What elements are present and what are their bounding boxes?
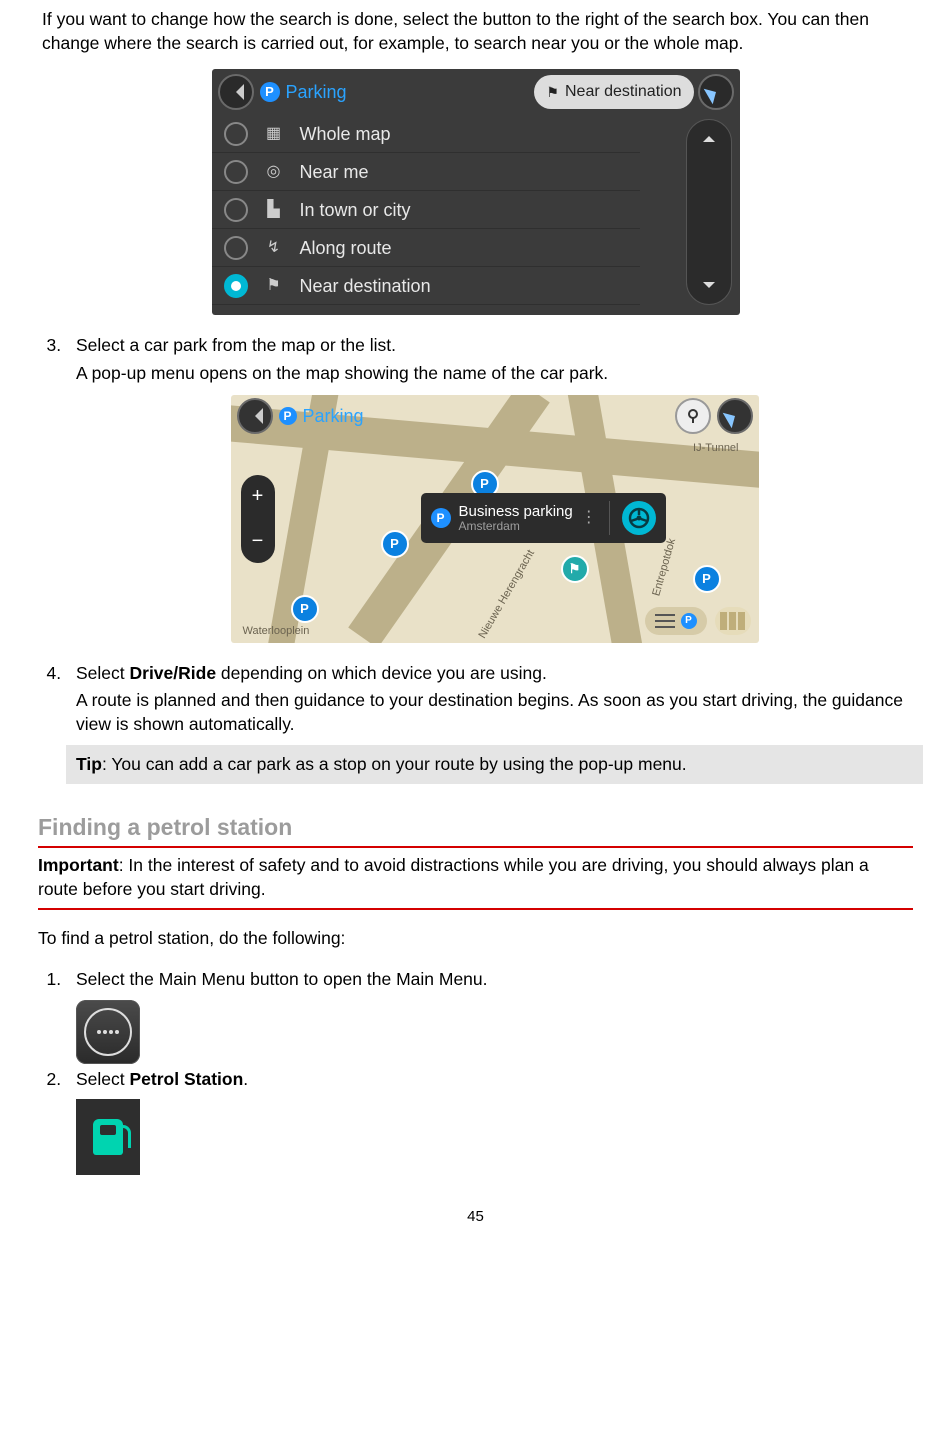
- tip-label: Tip: [76, 754, 102, 774]
- zoom-control[interactable]: + −: [241, 475, 275, 563]
- option-whole-map[interactable]: ▦ Whole map: [212, 115, 640, 153]
- popup-subtitle: Amsterdam: [459, 520, 573, 534]
- section-heading: Finding a petrol station: [38, 812, 913, 843]
- steps-list-continued: Select a car park from the map or the li…: [38, 334, 913, 784]
- popup-title: Business parking: [459, 503, 573, 520]
- tip-box: Tip: You can add a car park as a stop on…: [66, 745, 923, 785]
- figure-map-popup: Nieuwe Herengracht Entrepotdok IJ-Tunnel…: [76, 395, 913, 650]
- intro-paragraph: If you want to change how the search is …: [38, 8, 913, 55]
- zoom-out-icon[interactable]: −: [252, 528, 264, 555]
- search-field-parking[interactable]: P Parking: [260, 80, 531, 104]
- scope-pill-label: Near destination: [565, 81, 682, 103]
- page-number: 45: [38, 1207, 913, 1227]
- parking-icon: P: [431, 508, 451, 528]
- petrol-station-icon: [76, 1099, 140, 1175]
- parking-label: Parking: [286, 80, 347, 104]
- option-label: In town or city: [300, 198, 411, 222]
- zoom-in-icon[interactable]: +: [252, 483, 264, 510]
- city-icon: ▙: [262, 199, 286, 221]
- option-label: Near me: [300, 160, 369, 184]
- search-scope-icon[interactable]: [675, 398, 711, 434]
- route-icon: ↯: [262, 237, 286, 259]
- step-4: Select Drive/Ride depending on which dev…: [66, 662, 913, 785]
- option-label: Whole map: [300, 122, 391, 146]
- compass-icon[interactable]: [717, 398, 753, 434]
- step3-line2: A pop-up menu opens on the map showing t…: [76, 362, 913, 386]
- parking-marker-icon[interactable]: P: [693, 565, 721, 601]
- option-in-town[interactable]: ▙ In town or city: [212, 191, 640, 229]
- back-icon[interactable]: [237, 398, 273, 434]
- parking-marker-icon[interactable]: P: [381, 530, 409, 566]
- columns-icon[interactable]: [715, 607, 751, 635]
- pstep2-text: Select Petrol Station.: [76, 1068, 913, 1092]
- option-near-destination[interactable]: ⚑ Near destination: [212, 267, 640, 305]
- important-rule: [38, 908, 913, 910]
- drive-button[interactable]: [622, 501, 656, 535]
- petrol-intro: To find a petrol station, do the followi…: [38, 927, 913, 951]
- search-scope-button[interactable]: ⚑ Near destination: [534, 75, 693, 109]
- list-view-button[interactable]: P: [645, 607, 707, 635]
- section-rule: [38, 846, 913, 848]
- dest-flag-icon: ⚑: [561, 555, 589, 591]
- scroll-up-icon[interactable]: [703, 130, 715, 142]
- tip-text: : You can add a car park as a stop on yo…: [102, 754, 687, 774]
- flag-icon: ⚑: [262, 275, 286, 297]
- search-field-parking[interactable]: P Parking: [279, 404, 669, 428]
- scope-option-list: ▦ Whole map ◎ Near me ▙ In town or city …: [212, 115, 640, 305]
- parking-icon: P: [279, 407, 297, 425]
- parking-marker-icon[interactable]: P: [291, 595, 319, 631]
- figure-search-scope: P Parking ⚑ Near destination ▦ Whole map…: [38, 69, 913, 322]
- parking-icon: P: [681, 613, 697, 629]
- step4-line1: Select Drive/Ride depending on which dev…: [76, 662, 913, 686]
- street-label: Entrepotdok: [649, 537, 680, 598]
- step-3: Select a car park from the map or the li…: [66, 334, 913, 650]
- step3-line1: Select a car park from the map or the li…: [76, 334, 913, 358]
- location-icon: ◎: [262, 161, 286, 183]
- petrol-step-1: Select the Main Menu button to open the …: [66, 968, 913, 1064]
- map-popup[interactable]: P Business parking Amsterdam ⋮: [421, 493, 666, 543]
- popup-menu-icon[interactable]: ⋮: [581, 507, 597, 529]
- parking-label: Parking: [303, 404, 364, 428]
- option-label: Along route: [300, 236, 392, 260]
- step4-line2: A route is planned and then guidance to …: [76, 689, 913, 736]
- flag-icon: ⚑: [546, 83, 559, 102]
- street-label: Nieuwe Herengracht: [475, 547, 538, 641]
- important-note: Important: In the interest of safety and…: [38, 854, 913, 901]
- petrol-step-2: Select Petrol Station.: [66, 1068, 913, 1190]
- main-menu-icon: [76, 1000, 140, 1064]
- list-icon: [655, 614, 675, 628]
- scrollbar[interactable]: [686, 119, 732, 305]
- option-along-route[interactable]: ↯ Along route: [212, 229, 640, 267]
- street-label: IJ-Tunnel: [693, 441, 738, 456]
- option-label: Near destination: [300, 274, 431, 298]
- scroll-down-icon[interactable]: [703, 282, 715, 294]
- petrol-steps: Select the Main Menu button to open the …: [38, 968, 913, 1189]
- parking-icon: P: [260, 82, 280, 102]
- pstep1-text: Select the Main Menu button to open the …: [76, 968, 913, 992]
- compass-icon[interactable]: [698, 74, 734, 110]
- option-near-me[interactable]: ◎ Near me: [212, 153, 640, 191]
- back-icon[interactable]: [218, 74, 254, 110]
- map-icon: ▦: [262, 123, 286, 145]
